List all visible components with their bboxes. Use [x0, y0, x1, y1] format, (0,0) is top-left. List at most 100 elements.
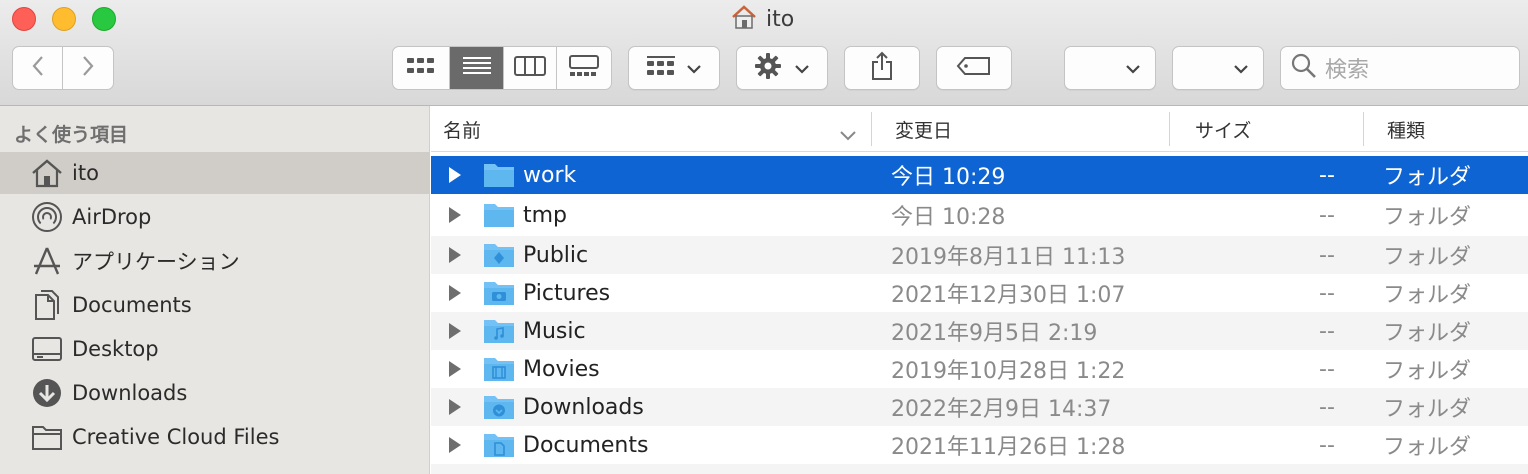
- file-row[interactable]: Downloads 2022年2月9日 14:37 -- フォルダ: [431, 388, 1528, 426]
- file-modified: 2019年8月11日 11:13: [891, 245, 1126, 270]
- file-row[interactable]: tmp 今日 10:28 -- フォルダ: [431, 196, 1528, 234]
- gallery-view-icon: [568, 55, 600, 81]
- toolbar-popup-button-2[interactable]: [1172, 46, 1264, 90]
- file-name: tmp: [523, 202, 568, 228]
- column-header-kind[interactable]: 種類: [1387, 106, 1425, 152]
- disclosure-triangle-icon[interactable]: [447, 350, 463, 388]
- sidebar-item-label: Downloads: [72, 381, 188, 405]
- file-modified: 2022年2月9日 14:37: [891, 397, 1112, 422]
- gear-icon: [754, 52, 782, 84]
- chevron-right-icon: [80, 54, 96, 82]
- chevron-down-icon: [794, 59, 810, 78]
- disclosure-triangle-icon[interactable]: [447, 388, 463, 426]
- file-kind: フォルダ: [1383, 397, 1472, 422]
- column-header-modified[interactable]: 変更日: [895, 106, 952, 152]
- file-kind: フォルダ: [1383, 359, 1472, 384]
- sidebar-item-label: ito: [72, 161, 99, 185]
- sidebar-item-label: Desktop: [72, 337, 159, 361]
- column-divider[interactable]: [1169, 112, 1170, 146]
- file-list: 名前 変更日 サイズ 種類 work 今日 10:29 -- フォルダ tmp …: [431, 106, 1528, 474]
- close-window-button[interactable]: [12, 7, 36, 31]
- downloads-folder-icon: [483, 392, 515, 426]
- folder-icon: [483, 160, 515, 194]
- column-header-name[interactable]: 名前: [443, 106, 481, 152]
- sidebar-item-desktop[interactable]: Desktop: [0, 328, 430, 370]
- forward-button[interactable]: [63, 47, 113, 89]
- movies-folder-icon: [483, 354, 515, 388]
- file-row[interactable]: Public 2019年8月11日 11:13 -- フォルダ: [431, 236, 1528, 274]
- window-title-text: ito: [766, 6, 795, 32]
- chevron-down-icon: [1125, 59, 1141, 78]
- sidebar-item-creative-cloud-files[interactable]: Creative Cloud Files: [0, 416, 430, 458]
- column-header-kind-label: 種類: [1387, 119, 1426, 142]
- file-row[interactable]: Movies 2019年10月28日 1:22 -- フォルダ: [431, 350, 1528, 388]
- file-modified: 2021年12月30日 1:07: [891, 283, 1126, 308]
- sidebar: よく使う項目 ito AirDrop アプリケーション Documents De…: [0, 106, 430, 474]
- navigation-buttons: [12, 46, 114, 90]
- file-name: Music: [523, 318, 586, 344]
- disclosure-triangle-icon[interactable]: [447, 312, 463, 350]
- share-icon: [870, 51, 894, 85]
- sidebar-item-applications[interactable]: アプリケーション: [0, 240, 430, 282]
- downloads-icon: [30, 376, 64, 410]
- file-kind: フォルダ: [1383, 205, 1472, 230]
- sidebar-item-home[interactable]: ito: [0, 152, 430, 194]
- action-menu-button[interactable]: [736, 46, 828, 90]
- search-placeholder: 検索: [1325, 58, 1370, 83]
- icon-view-button[interactable]: [393, 47, 451, 89]
- file-row[interactable]: Pictures 2021年12月30日 1:07 -- フォルダ: [431, 274, 1528, 312]
- disclosure-triangle-icon[interactable]: [447, 156, 463, 194]
- tag-icon: [956, 56, 992, 80]
- file-modified: 今日 10:28: [891, 205, 1006, 230]
- documents-icon: [30, 288, 64, 322]
- file-row[interactable]: Music 2021年9月5日 2:19 -- フォルダ: [431, 312, 1528, 350]
- sidebar-item-label: アプリケーション: [72, 250, 240, 274]
- public-folder-icon: [483, 240, 515, 274]
- file-kind: フォルダ: [1383, 435, 1472, 460]
- disclosure-triangle-icon[interactable]: [447, 426, 463, 464]
- column-view-button[interactable]: [504, 47, 557, 89]
- column-divider[interactable]: [871, 112, 872, 146]
- folder-icon: [483, 200, 515, 234]
- airdrop-icon: [30, 200, 64, 234]
- list-view-icon: [462, 55, 492, 81]
- file-kind: フォルダ: [1383, 283, 1472, 308]
- column-header-name-label: 名前: [443, 119, 482, 142]
- sidebar-item-label: Creative Cloud Files: [72, 425, 280, 449]
- file-row[interactable]: work 今日 10:29 -- フォルダ: [431, 156, 1528, 194]
- back-button[interactable]: [13, 47, 63, 89]
- disclosure-triangle-icon[interactable]: [447, 274, 463, 312]
- icon-view-icon: [406, 55, 436, 81]
- group-by-button[interactable]: [628, 46, 720, 90]
- toolbar-popup-button-1[interactable]: [1064, 46, 1156, 90]
- file-size: --: [1319, 202, 1335, 228]
- sidebar-item-label: Documents: [72, 293, 192, 317]
- sort-chevron-icon: [839, 124, 857, 146]
- home-icon: [30, 156, 64, 190]
- disclosure-triangle-icon[interactable]: [447, 236, 463, 274]
- list-view-button[interactable]: [450, 47, 504, 89]
- file-modified: 2019年10月28日 1:22: [891, 359, 1126, 384]
- chevron-down-icon: [686, 59, 702, 78]
- column-header-modified-label: 変更日: [895, 119, 953, 142]
- view-mode-control: [392, 46, 612, 90]
- sidebar-item-downloads[interactable]: Downloads: [0, 372, 430, 414]
- sidebar-item-documents[interactable]: Documents: [0, 284, 430, 326]
- zoom-window-button[interactable]: [92, 7, 116, 31]
- documents-folder-icon: [483, 430, 515, 464]
- file-row[interactable]: Documents 2021年11月26日 1:28 -- フォルダ: [431, 426, 1528, 464]
- search-field[interactable]: 検索: [1280, 46, 1520, 90]
- column-divider[interactable]: [1363, 112, 1364, 146]
- file-kind: フォルダ: [1383, 245, 1472, 270]
- file-row-partial[interactable]: [431, 464, 1528, 474]
- file-size: --: [1319, 356, 1335, 382]
- file-name: Downloads: [523, 394, 644, 420]
- sidebar-item-airdrop[interactable]: AirDrop: [0, 196, 430, 238]
- share-button[interactable]: [844, 46, 920, 90]
- gallery-view-button[interactable]: [557, 47, 612, 89]
- edit-tags-button[interactable]: [936, 46, 1012, 90]
- file-modified: 2021年9月5日 2:19: [891, 321, 1098, 346]
- disclosure-triangle-icon[interactable]: [447, 196, 463, 234]
- column-header-size[interactable]: サイズ: [1195, 106, 1251, 152]
- minimize-window-button[interactable]: [52, 7, 76, 31]
